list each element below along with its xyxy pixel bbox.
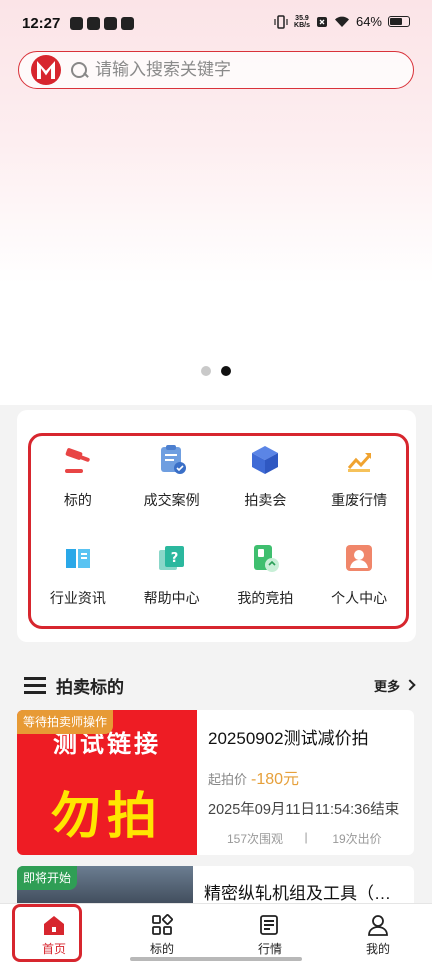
app-logo xyxy=(31,55,61,85)
status-badge: 即将开始 xyxy=(17,866,78,890)
help-question-icon: ? xyxy=(158,546,184,570)
lot-stats: 157次围观 | 19次出价 xyxy=(208,830,404,847)
app-notification-icon xyxy=(70,17,83,30)
section-header: 拍卖标的 更多 xyxy=(24,672,416,698)
nav-home[interactable]: 首页 xyxy=(0,904,108,964)
my-bid-icon xyxy=(254,545,280,572)
weibo-icon xyxy=(87,17,100,30)
net-speed: 35.9 KB/s xyxy=(294,15,310,29)
price-value: -180元 xyxy=(251,771,300,788)
clover-icon xyxy=(121,17,134,30)
wifi-icon xyxy=(334,16,349,27)
menu-item-lots[interactable]: 标的 xyxy=(31,436,125,534)
menu-item-news[interactable]: 行业资讯 xyxy=(31,534,125,632)
nav-mine-label: 我的 xyxy=(365,942,390,956)
search-bar[interactable] xyxy=(18,51,414,89)
lot-thumbnail: 测试链接 勿拍 等待拍卖师操作 xyxy=(17,710,197,855)
menu-item-profile[interactable]: 个人中心 xyxy=(312,534,406,632)
chevron-right-icon xyxy=(404,679,416,691)
status-bar: 12:27 35.9 KB/s 64% xyxy=(0,0,432,50)
list-icon xyxy=(24,676,46,694)
menu-item-label: 标的 xyxy=(63,492,92,508)
net-speed-unit: KB/s xyxy=(294,21,310,29)
bottom-nav: 首页 标的 行情 我的 xyxy=(0,903,432,964)
lot-thumbnail: 即将开始 xyxy=(17,866,193,906)
nav-home-label: 首页 xyxy=(41,942,66,956)
lot-price-row: 起拍价 -180元 xyxy=(208,765,299,789)
nav-lots-label: 标的 xyxy=(149,942,174,956)
nav-market-label: 行情 xyxy=(257,942,282,956)
menu-item-label: 我的竞拍 xyxy=(237,590,294,606)
more-link[interactable]: 更多 xyxy=(373,676,416,695)
nav-mine[interactable]: 我的 xyxy=(324,904,432,964)
lot-end-time: 2025年09月11日11:54:36结束 xyxy=(208,802,400,818)
menu-grid: 标的 成交案例 拍卖会 重废行情 行业资讯 ? 帮助中心 我的竞拍 个人中心 xyxy=(28,433,409,629)
menu-item-my-bids[interactable]: 我的竞拍 xyxy=(219,534,313,632)
news-icon xyxy=(260,915,278,935)
banner-dot[interactable] xyxy=(201,366,211,376)
section-title: 拍卖标的 xyxy=(56,677,124,697)
home-icon xyxy=(44,916,64,935)
more-label: 更多 xyxy=(373,678,400,694)
lot-title: 精密纵轧机组及工具（… xyxy=(204,884,391,903)
banner-dots xyxy=(201,366,231,376)
menu-item-label: 重废行情 xyxy=(331,492,388,508)
lot-card[interactable]: 测试链接 勿拍 等待拍卖师操作 20250902测试减价拍 起拍价 -180元 2… xyxy=(17,710,414,855)
menu-item-label: 个人中心 xyxy=(331,590,388,606)
price-label: 起拍价 xyxy=(208,772,248,787)
tiktok-icon xyxy=(104,17,117,30)
view-count: 157次围观 xyxy=(226,832,284,846)
clipboard-check-icon xyxy=(160,445,186,474)
battery-icon xyxy=(388,16,410,27)
vibrate-icon xyxy=(274,14,288,29)
menu-item-label: 成交案例 xyxy=(143,492,200,508)
person-icon xyxy=(346,545,373,571)
menu-item-label: 拍卖会 xyxy=(244,492,287,508)
menu-item-cases[interactable]: 成交案例 xyxy=(125,436,219,534)
menu-item-market[interactable]: 重废行情 xyxy=(312,436,406,534)
banner-dot-active[interactable] xyxy=(221,366,231,376)
status-badge: 等待拍卖师操作 xyxy=(17,710,114,734)
bid-count: 19次出价 xyxy=(332,832,382,846)
menu-item-help[interactable]: ? 帮助中心 xyxy=(125,534,219,632)
status-time: 12:27 xyxy=(22,15,61,32)
battery-percent: 64% xyxy=(355,14,382,29)
lot-title: 20250902测试减价拍 xyxy=(208,729,369,748)
net-speed-value: 35.9 xyxy=(295,14,309,22)
nav-market[interactable]: 行情 xyxy=(216,904,324,964)
svg-text:?: ? xyxy=(170,551,178,566)
search-icon xyxy=(69,60,89,80)
trend-chart-icon xyxy=(347,453,372,472)
gavel-icon xyxy=(64,448,90,473)
gesture-bar xyxy=(130,957,302,961)
menu-item-auction[interactable]: 拍卖会 xyxy=(219,436,313,534)
cube-icon xyxy=(252,446,279,474)
grid-icon xyxy=(152,914,173,935)
lot-card[interactable]: 即将开始 精密纵轧机组及工具（… xyxy=(17,866,414,906)
user-icon xyxy=(368,915,388,936)
notification-icons xyxy=(70,17,134,30)
menu-item-label: 行业资讯 xyxy=(49,590,106,606)
menu-item-label: 帮助中心 xyxy=(143,590,200,606)
stats-separator: | xyxy=(304,830,308,844)
book-icon xyxy=(65,549,90,568)
search-input[interactable] xyxy=(95,60,375,80)
nav-lots[interactable]: 标的 xyxy=(108,904,216,964)
no-sim-icon xyxy=(316,16,327,27)
thumb-text-line2: 勿拍 xyxy=(51,788,163,844)
status-right: 35.9 KB/s 64% xyxy=(274,14,410,29)
